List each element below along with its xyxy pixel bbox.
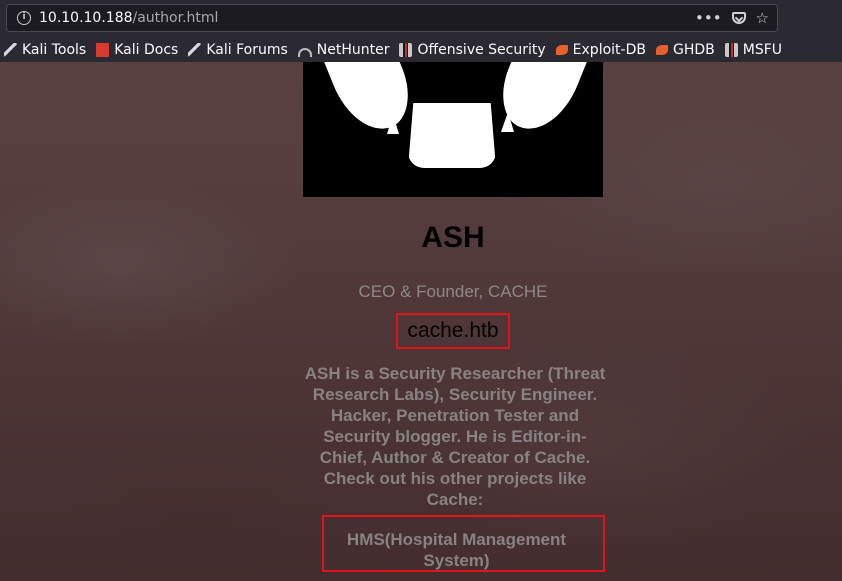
author-avatar: [303, 62, 603, 197]
avatar-shape: [387, 114, 399, 134]
author-site-highlight: cache.htb: [396, 313, 510, 349]
pocket-icon[interactable]: [731, 12, 746, 24]
avatar-shape: [408, 103, 496, 168]
author-bio: ASH is a Security Researcher (Threat Res…: [304, 364, 606, 509]
url-text[interactable]: 10.10.10.188/author.html: [39, 10, 218, 26]
bookmark-label: MSFU: [742, 42, 782, 58]
bookmark-msfu[interactable]: MSFU: [721, 41, 788, 59]
project-link-hms[interactable]: HMS(Hospital Management System): [332, 529, 581, 571]
bookmark-star-icon[interactable]: ☆: [756, 9, 769, 27]
bookmark-label: Offensive Security: [417, 42, 546, 58]
bookmark-exploit-db[interactable]: Exploit-DB: [552, 41, 652, 59]
author-name: ASH: [421, 221, 485, 254]
nethunter-icon: [297, 47, 312, 57]
offsec-icon: [724, 43, 738, 57]
bookmark-label: GHDB: [672, 42, 715, 58]
avatar-shape: [501, 112, 514, 132]
url-actions: ••• ☆: [695, 9, 769, 27]
url-path: /author.html: [132, 10, 219, 26]
bookmark-kali-tools[interactable]: Kali Tools: [0, 41, 92, 59]
browser-toolbar: i 10.10.10.188/author.html ••• ☆: [0, 0, 842, 38]
project-highlight: HMS(Hospital Management System): [322, 515, 605, 572]
avatar-shape: [314, 62, 422, 142]
address-bar[interactable]: i 10.10.10.188/author.html ••• ☆: [6, 4, 778, 32]
kali-dragon-icon: [188, 43, 202, 57]
page-actions-icon[interactable]: •••: [695, 9, 722, 27]
bookmark-offensive-security[interactable]: Offensive Security: [395, 41, 551, 59]
bookmark-nethunter[interactable]: NetHunter: [294, 41, 396, 59]
bookmark-label: Kali Forums: [206, 42, 288, 58]
offsec-icon: [399, 43, 413, 57]
site-info-icon[interactable]: i: [17, 11, 31, 25]
author-role: CEO & Founder, CACHE: [358, 282, 548, 301]
page-content: ASH CEO & Founder, CACHE cache.htb ASH i…: [0, 62, 842, 581]
bookmark-kali-forums[interactable]: Kali Forums: [184, 41, 293, 59]
kali-docs-icon: [96, 43, 110, 57]
exploitdb-icon: [655, 45, 668, 55]
bookmark-label: Kali Tools: [22, 42, 87, 58]
bookmark-ghdb[interactable]: GHDB: [652, 41, 721, 59]
bookmark-label: Exploit-DB: [572, 42, 646, 58]
bookmarks-toolbar: Kali Tools Kali Docs Kali Forums NetHunt…: [0, 38, 842, 62]
bookmark-label: Kali Docs: [114, 42, 179, 58]
bookmark-kali-docs[interactable]: Kali Docs: [92, 41, 184, 59]
kali-dragon-icon: [4, 43, 17, 57]
exploitdb-icon: [555, 45, 568, 55]
url-host: 10.10.10.188: [39, 10, 133, 26]
bookmark-label: NetHunter: [316, 42, 390, 58]
